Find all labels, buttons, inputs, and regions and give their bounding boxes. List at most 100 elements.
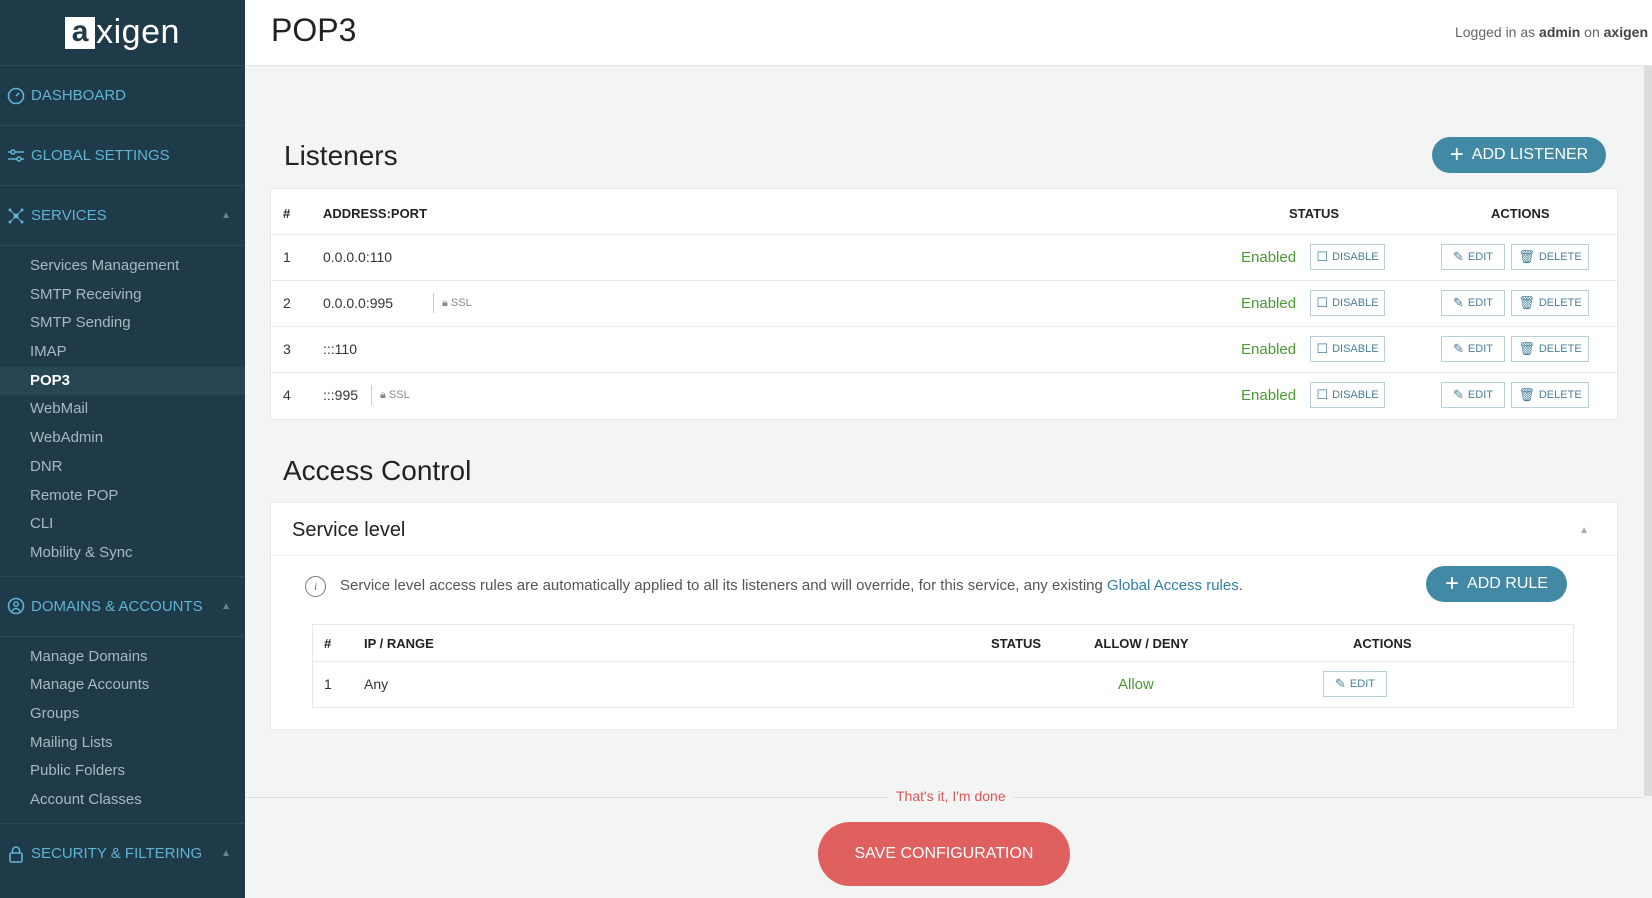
table-row: 4 :::995 🔒︎ SSL Enabled ☐ DISABLE ✎ EDIT 🗑… (271, 372, 1617, 418)
nav-domains-accounts[interactable]: DOMAINS & ACCOUNTS ▲ (0, 577, 245, 637)
col-status[interactable]: STATUS (991, 636, 1041, 651)
pencil-icon: ✎ (1453, 341, 1464, 356)
delete-button[interactable]: 🗑 DELETE (1511, 336, 1589, 362)
sidebar-item-remote-pop[interactable]: Remote POP (0, 482, 245, 511)
edit-button[interactable]: ✎ EDIT (1441, 382, 1505, 408)
row-ip: Any (364, 676, 389, 692)
checkbox-icon: ☐ (1316, 341, 1329, 356)
sidebar-item-imap[interactable]: IMAP (0, 338, 245, 367)
checkbox-icon: ☐ (1316, 387, 1329, 402)
delete-button[interactable]: 🗑 DELETE (1511, 290, 1589, 316)
page-title: POP3 (271, 12, 357, 48)
axigen-logo[interactable]: a xigen (0, 0, 245, 66)
delete-label: DELETE (1538, 251, 1582, 263)
sidebar-item-manage-accounts[interactable]: Manage Accounts (0, 671, 245, 700)
delete-label: DELETE (1538, 389, 1582, 401)
collapse-caret-icon[interactable]: ▲ (221, 601, 231, 612)
sidebar-item-smtp-sending[interactable]: SMTP Sending (0, 309, 245, 338)
lock-icon: 🔒︎ (380, 389, 386, 401)
collapse-caret-icon[interactable]: ▲ (221, 848, 231, 859)
table-row: 1 Any Allow ✎ EDIT (313, 661, 1573, 707)
collapse-caret-icon[interactable]: ▲ (221, 210, 231, 221)
disable-label: DISABLE (1332, 389, 1379, 401)
disable-button[interactable]: ☐ DISABLE (1310, 336, 1385, 362)
dashboard-icon (6, 86, 26, 106)
sidebar-item-webmail[interactable]: WebMail (0, 395, 245, 424)
delete-label: DELETE (1538, 343, 1582, 355)
login-prefix: Logged in as (1454, 24, 1540, 40)
sidebar-item-mobility-sync[interactable]: Mobility & Sync (0, 539, 245, 568)
disable-label: DISABLE (1332, 343, 1379, 355)
row-address: 0.0.0.0:110 (323, 249, 393, 265)
sidebar: a xigen DASHBOARD GLOBAL SETTINGS SERVIC… (0, 0, 245, 898)
edit-button[interactable]: ✎ EDIT (1441, 244, 1505, 270)
ssl-badge: 🔒︎ SSL (371, 385, 410, 405)
add-rule-button[interactable]: + ADD RULE (1426, 566, 1567, 602)
row-num: 2 (283, 295, 291, 311)
disable-button[interactable]: ☐ DISABLE (1310, 382, 1385, 408)
sidebar-item-dnr[interactable]: DNR (0, 453, 245, 482)
sidebar-item-public-folders[interactable]: Public Folders (0, 757, 245, 786)
col-status[interactable]: STATUS (1289, 206, 1339, 221)
global-access-link[interactable]: Global Access rules (1107, 577, 1239, 594)
edit-button[interactable]: ✎ EDIT (1323, 671, 1387, 697)
col-allow-deny[interactable]: ALLOW / DENY (1094, 636, 1189, 651)
delete-button[interactable]: 🗑 DELETE (1511, 244, 1589, 270)
access-control-title-part1: Access (283, 455, 374, 486)
sidebar-item-smtp-receiving[interactable]: SMTP Receiving (0, 281, 245, 310)
edit-button[interactable]: ✎ EDIT (1441, 336, 1505, 362)
status-enabled: Enabled (1241, 387, 1297, 404)
info-icon: i (305, 576, 326, 597)
info-text: Service level access rules are automatic… (340, 577, 1243, 594)
edit-label: EDIT (1467, 297, 1493, 309)
save-configuration-button[interactable]: SAVE CONFIGURATION (818, 822, 1070, 886)
trash-icon: 🗑 (1518, 249, 1535, 264)
nav-services[interactable]: SERVICES ▲ (0, 186, 245, 246)
pencil-icon: ✎ (1453, 249, 1464, 264)
sidebar-item-pop3[interactable]: POP3 (0, 366, 245, 396)
nav-dashboard[interactable]: DASHBOARD (0, 66, 245, 126)
add-listener-button[interactable]: + ADD LISTENER (1432, 137, 1606, 173)
nav-security-filtering[interactable]: SECURITY & FILTERING ▲ (0, 824, 245, 884)
col-ip-range[interactable]: IP / RANGE (364, 636, 434, 651)
table-row: 1 0.0.0.0:110 Enabled ☐ DISABLE ✎ EDIT 🗑 DE… (271, 234, 1617, 280)
col-actions: ACTIONS (1491, 206, 1550, 221)
access-control-title-part2: Control (373, 455, 472, 486)
edit-label: EDIT (1467, 251, 1493, 263)
sidebar-item-services-management[interactable]: Services Management (0, 252, 245, 281)
access-rules-table: # IP / RANGE STATUS ALLOW / DENY ACTIONS… (312, 624, 1574, 708)
status-enabled: Enabled (1241, 341, 1297, 358)
edit-button[interactable]: ✎ EDIT (1441, 290, 1505, 316)
logo-mark: a (65, 16, 96, 49)
status-enabled: Enabled (1241, 249, 1297, 266)
listeners-title: Listeners (284, 140, 398, 171)
sidebar-item-groups[interactable]: Groups (0, 700, 245, 729)
ssl-badge: 🔒︎ SSL (433, 293, 472, 313)
col-address-port[interactable]: ADDRESS:PORT (323, 206, 427, 221)
trash-icon: 🗑 (1518, 387, 1535, 402)
network-icon (6, 206, 26, 226)
sidebar-item-webadmin[interactable]: WebAdmin (0, 424, 245, 453)
delete-button[interactable]: 🗑 DELETE (1511, 382, 1589, 408)
row-address: 0.0.0.0:995 (323, 295, 394, 311)
sidebar-item-account-classes[interactable]: Account Classes (0, 786, 245, 815)
collapse-caret-icon[interactable]: ▲ (1579, 525, 1589, 536)
table-row: 3 :::110 Enabled ☐ DISABLE ✎ EDIT 🗑 DELETE (271, 326, 1617, 372)
edit-label: EDIT (1467, 343, 1493, 355)
disable-button[interactable]: ☐ DISABLE (1310, 290, 1385, 316)
globe-icon (6, 596, 26, 616)
plus-icon: + (1445, 570, 1460, 597)
edit-label: EDIT (1349, 678, 1375, 690)
sidebar-item-cli[interactable]: CLI (0, 510, 245, 539)
sidebar-item-manage-domains[interactable]: Manage Domains (0, 643, 245, 672)
nav-global-settings[interactable]: GLOBAL SETTINGS (0, 126, 245, 186)
scrollbar[interactable] (1644, 66, 1652, 796)
login-user[interactable]: admin (1539, 24, 1580, 40)
top-header: POP3 Logged in as admin on axigen (245, 0, 1652, 66)
col-actions: ACTIONS (1353, 636, 1412, 651)
lock-icon (6, 844, 26, 864)
trash-icon: 🗑 (1518, 341, 1535, 356)
info-text-body: Service level access rules are automatic… (340, 577, 1107, 594)
disable-button[interactable]: ☐ DISABLE (1310, 244, 1385, 270)
sidebar-item-mailing-lists[interactable]: Mailing Lists (0, 729, 245, 758)
